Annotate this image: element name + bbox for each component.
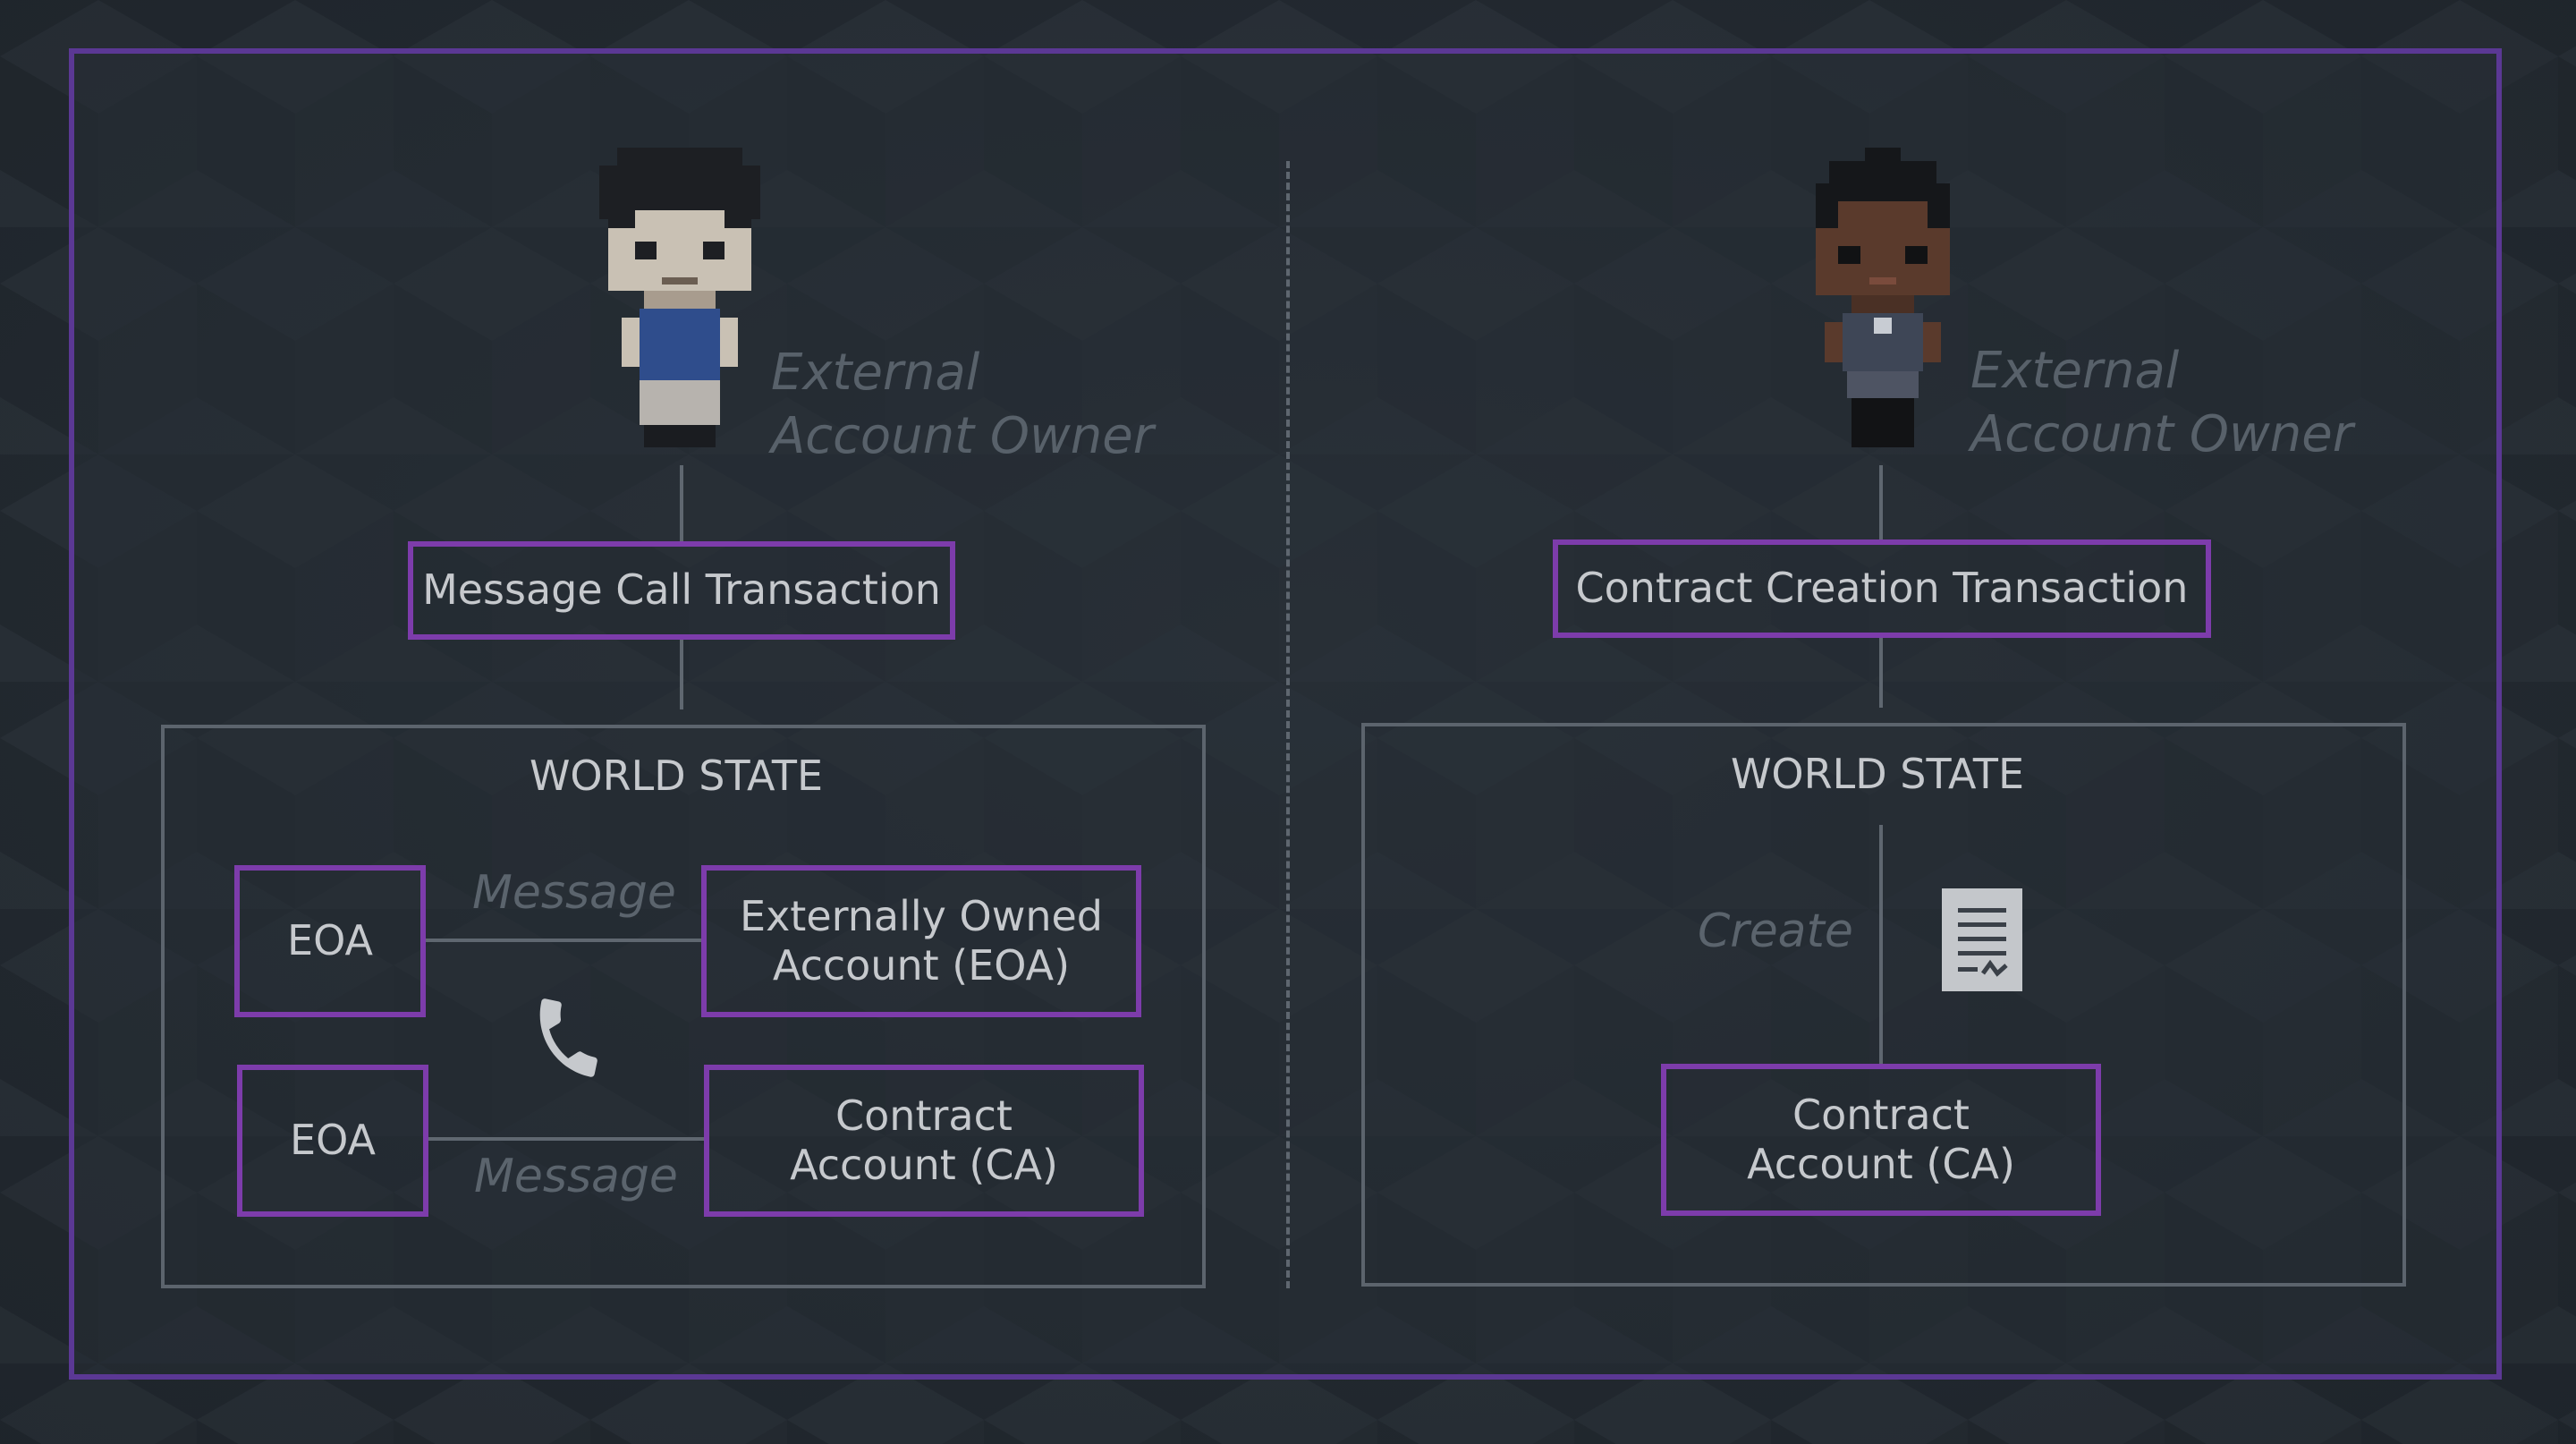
- right-contract-account-label: Contract Account (CA): [1747, 1090, 2015, 1188]
- right-transaction-connector: [1879, 638, 1883, 708]
- contract-creation-transaction-box: Contract Creation Transaction: [1553, 539, 2211, 638]
- right-world-state-title: WORLD STATE: [1730, 750, 2025, 798]
- create-label: Create: [1698, 905, 1853, 958]
- create-connector: [1879, 825, 1883, 1065]
- contract-document-icon: [1942, 888, 2022, 991]
- phone-icon: [539, 998, 597, 1077]
- left-contract-account-label: Contract Account (CA): [790, 1091, 1058, 1189]
- left-transaction-connector: [680, 640, 683, 709]
- pixel-person-light-icon: [599, 148, 760, 447]
- message-line-top: [426, 939, 703, 942]
- section-divider: [1286, 161, 1290, 1288]
- contract-creation-transaction-label: Contract Creation Transaction: [1575, 564, 2189, 613]
- externally-owned-account-label: Externally Owned Account (EOA): [740, 891, 1103, 990]
- left-eoa-box-top: EOA: [234, 865, 426, 1017]
- left-owner-line1: External: [771, 344, 980, 402]
- message-call-transaction-box: Message Call Transaction: [408, 541, 955, 640]
- left-eoa-box-bottom: EOA: [237, 1065, 428, 1217]
- left-eoa-label-top: EOA: [287, 916, 373, 965]
- message-line-bottom: [428, 1137, 704, 1141]
- message-call-transaction-label: Message Call Transaction: [422, 565, 941, 615]
- left-owner-label: External Account Owner: [771, 342, 1154, 468]
- right-contract-account-box: Contract Account (CA): [1661, 1064, 2101, 1216]
- left-owner-line2: Account Owner: [771, 406, 1154, 465]
- message-label-bottom: Message: [474, 1150, 678, 1203]
- pixel-person-dark-icon: [1816, 148, 1950, 447]
- externally-owned-account-box: Externally Owned Account (EOA): [701, 865, 1141, 1017]
- left-world-state-title: WORLD STATE: [529, 752, 824, 800]
- left-contract-account-box: Contract Account (CA): [704, 1065, 1144, 1217]
- right-owner-label: External Account Owner: [1970, 340, 2353, 466]
- right-owner-line2: Account Owner: [1970, 404, 2353, 463]
- message-label-top: Message: [472, 866, 676, 920]
- left-eoa-label-bottom: EOA: [290, 1116, 376, 1165]
- left-owner-connector: [680, 465, 683, 541]
- right-owner-line1: External: [1970, 342, 2180, 400]
- right-owner-connector: [1879, 465, 1883, 539]
